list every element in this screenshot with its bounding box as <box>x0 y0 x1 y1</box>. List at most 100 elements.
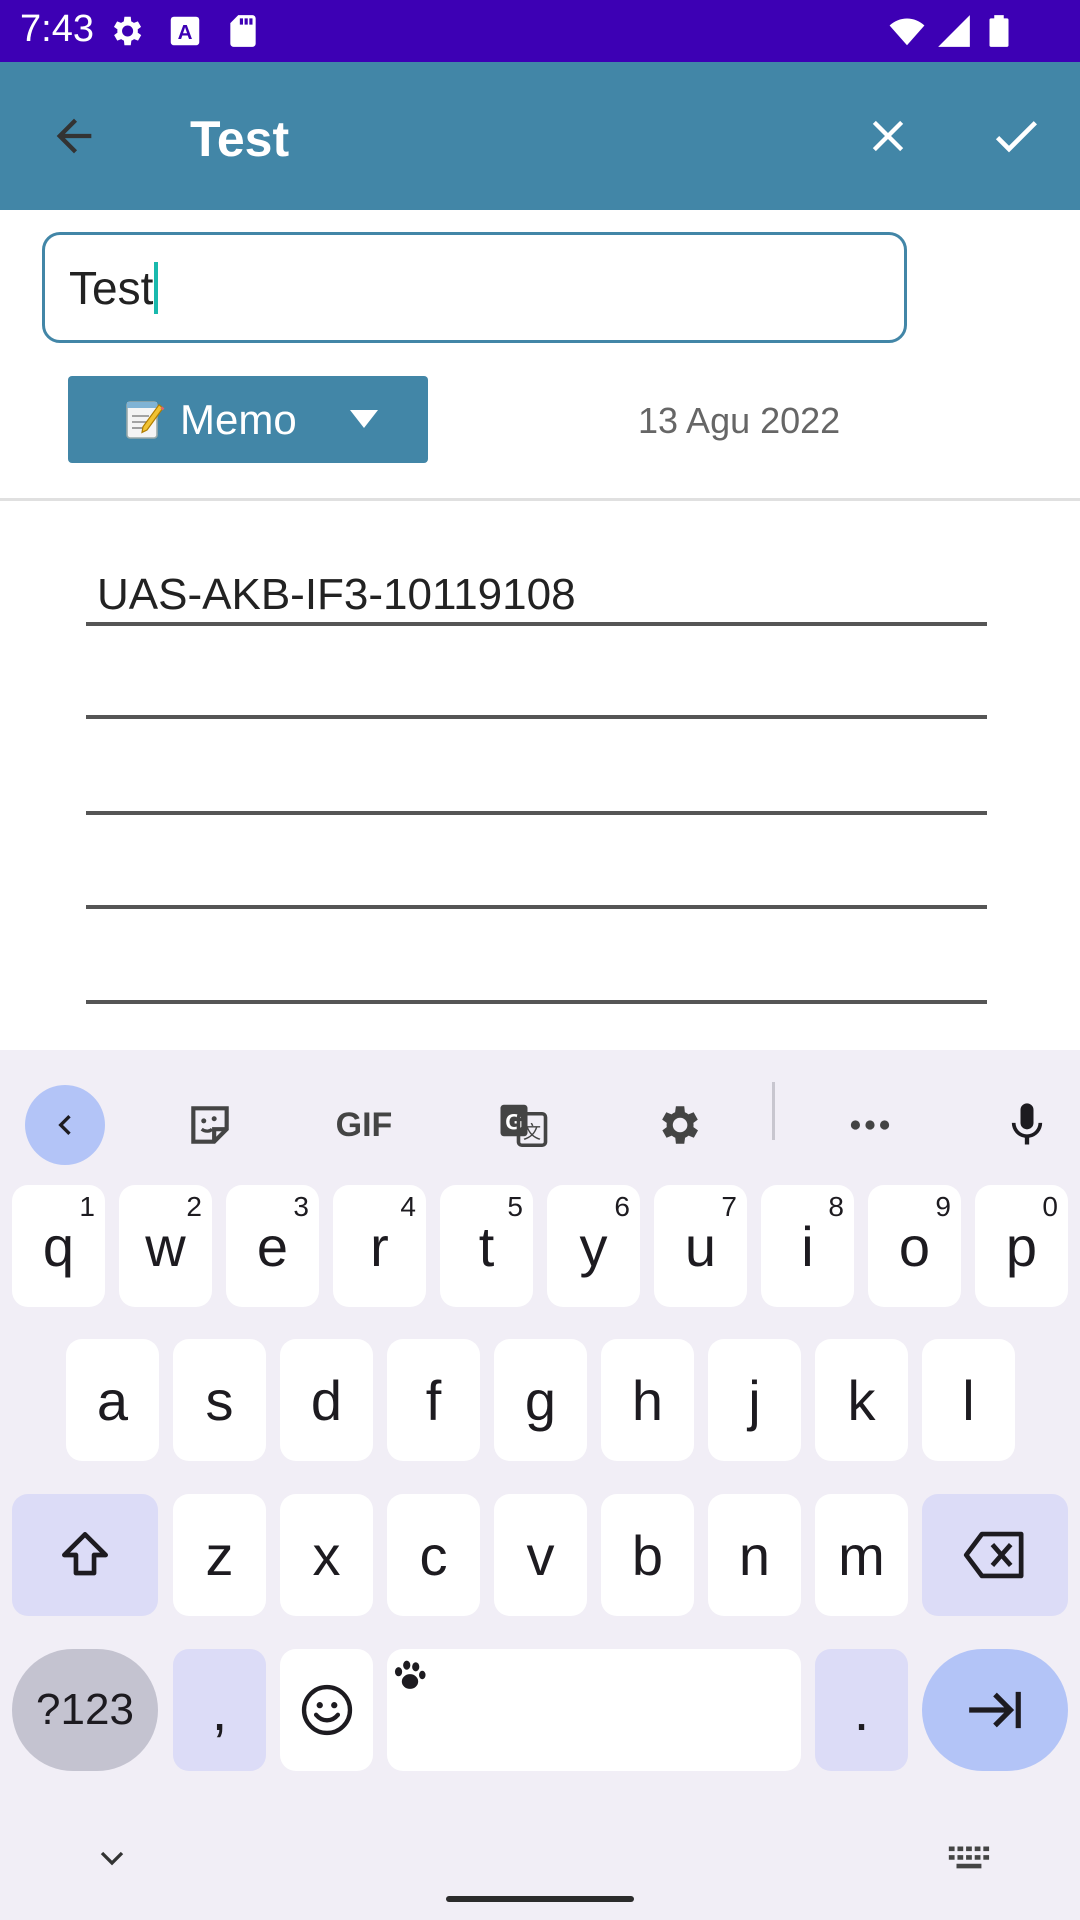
switch-keyboard-button[interactable] <box>942 1834 994 1882</box>
backspace-icon <box>963 1531 1024 1579</box>
text-caret <box>154 261 159 314</box>
next-key[interactable] <box>922 1649 1068 1771</box>
space-key[interactable] <box>387 1649 801 1771</box>
keyboard-toolbar: GIF G 文 <box>0 1050 1080 1170</box>
key-label: . <box>853 1678 870 1742</box>
shift-icon <box>62 1532 108 1576</box>
memo-text: UAS-AKB-IF3-10119108 <box>97 570 576 619</box>
title-input[interactable]: Test <box>42 232 907 343</box>
a-icon: A <box>170 16 200 46</box>
key-d[interactable]: d <box>280 1339 373 1461</box>
shift-key[interactable] <box>12 1494 158 1616</box>
wifi-icon <box>889 18 925 46</box>
key-w[interactable]: w2 <box>119 1185 212 1307</box>
period-key[interactable]: . <box>815 1649 908 1771</box>
svg-text:文: 文 <box>523 1123 541 1144</box>
sticker-icon <box>191 1106 229 1144</box>
tab-arrow-icon <box>969 1691 1021 1729</box>
key-hint: 9 <box>935 1191 951 1222</box>
back-button[interactable] <box>38 100 110 172</box>
memo-line <box>86 715 987 719</box>
sticker-button[interactable] <box>170 1085 250 1165</box>
key-b[interactable]: b <box>601 1494 694 1616</box>
keyboard-nav-bar <box>0 1810 1080 1920</box>
toolbar-separator <box>772 1082 775 1140</box>
key-c[interactable]: c <box>387 1494 480 1616</box>
key-g[interactable]: g <box>494 1339 587 1461</box>
key-v[interactable]: v <box>494 1494 587 1616</box>
comma-key[interactable]: , <box>173 1649 266 1771</box>
key-label: j <box>748 1368 761 1432</box>
collapse-toolbar-button[interactable] <box>25 1085 105 1165</box>
memo-line <box>86 905 987 909</box>
confirm-button[interactable] <box>980 100 1052 172</box>
voice-input-button[interactable] <box>987 1085 1067 1165</box>
key-s[interactable]: s <box>173 1339 266 1461</box>
keyboard-settings-button[interactable] <box>638 1085 718 1165</box>
key-label: , <box>211 1678 228 1742</box>
key-f[interactable]: f <box>387 1339 480 1461</box>
key-r[interactable]: r4 <box>333 1185 426 1307</box>
key-e[interactable]: e3 <box>226 1185 319 1307</box>
category-dropdown[interactable]: Memo <box>68 376 428 463</box>
key-hint: 6 <box>614 1191 630 1222</box>
key-q[interactable]: q1 <box>12 1185 105 1307</box>
hide-keyboard-button[interactable] <box>88 1834 136 1882</box>
key-hint: 4 <box>400 1191 416 1222</box>
key-h[interactable]: h <box>601 1339 694 1461</box>
key-label: f <box>425 1368 442 1432</box>
key-label: s <box>205 1368 234 1432</box>
key-o[interactable]: o9 <box>868 1185 961 1307</box>
sd-card-icon <box>230 15 256 47</box>
key-a[interactable]: a <box>66 1339 159 1461</box>
emoji-key[interactable] <box>280 1649 373 1771</box>
key-m[interactable]: m <box>815 1494 908 1616</box>
date-label[interactable]: 13 Agu 2022 <box>638 400 840 442</box>
arrow-left-icon <box>56 118 92 154</box>
key-x[interactable]: x <box>280 1494 373 1616</box>
key-label: o <box>898 1214 931 1278</box>
key-hint: 3 <box>293 1191 309 1222</box>
key-label: y <box>579 1214 608 1278</box>
keyboard-icon <box>948 1846 990 1869</box>
more-button[interactable] <box>830 1085 910 1165</box>
signal-icon <box>938 15 970 47</box>
key-y[interactable]: y6 <box>547 1185 640 1307</box>
cancel-button[interactable] <box>852 100 924 172</box>
symbols-key[interactable]: ?123 <box>12 1649 158 1771</box>
key-n[interactable]: n <box>708 1494 801 1616</box>
page-title: Test <box>190 111 290 167</box>
key-label: k <box>847 1368 876 1432</box>
key-j[interactable]: j <box>708 1339 801 1461</box>
backspace-key[interactable] <box>922 1494 1068 1616</box>
key-hint: 7 <box>721 1191 737 1222</box>
check-icon <box>995 121 1037 153</box>
key-hint: 8 <box>828 1191 844 1222</box>
key-t[interactable]: t5 <box>440 1185 533 1307</box>
key-label: i <box>801 1214 814 1278</box>
gear-icon <box>662 1106 698 1144</box>
key-label: c <box>419 1523 448 1587</box>
translate-icon: G 文 <box>500 1104 548 1148</box>
memo-line <box>86 1000 987 1004</box>
key-i[interactable]: i8 <box>761 1185 854 1307</box>
key-k[interactable]: k <box>815 1339 908 1461</box>
gif-button[interactable]: GIF <box>324 1085 404 1165</box>
key-label: t <box>478 1214 495 1278</box>
key-label: u <box>684 1214 717 1278</box>
key-u[interactable]: u7 <box>654 1185 747 1307</box>
home-indicator[interactable] <box>446 1896 634 1902</box>
key-l[interactable]: l <box>922 1339 1015 1461</box>
key-label: w <box>145 1214 186 1278</box>
paw-icon <box>394 1660 426 1689</box>
memo-line <box>86 622 987 626</box>
key-z[interactable]: z <box>173 1494 266 1616</box>
key-hint: 2 <box>186 1191 202 1222</box>
translate-button[interactable]: G 文 <box>483 1085 563 1165</box>
chevron-left-icon <box>58 1115 71 1135</box>
key-p[interactable]: p0 <box>975 1185 1068 1307</box>
keyboard: GIF G 文 <box>0 1050 1080 1920</box>
key-label: p <box>1005 1214 1038 1278</box>
category-label: Memo <box>180 395 297 443</box>
svg-text:A: A <box>178 21 193 44</box>
